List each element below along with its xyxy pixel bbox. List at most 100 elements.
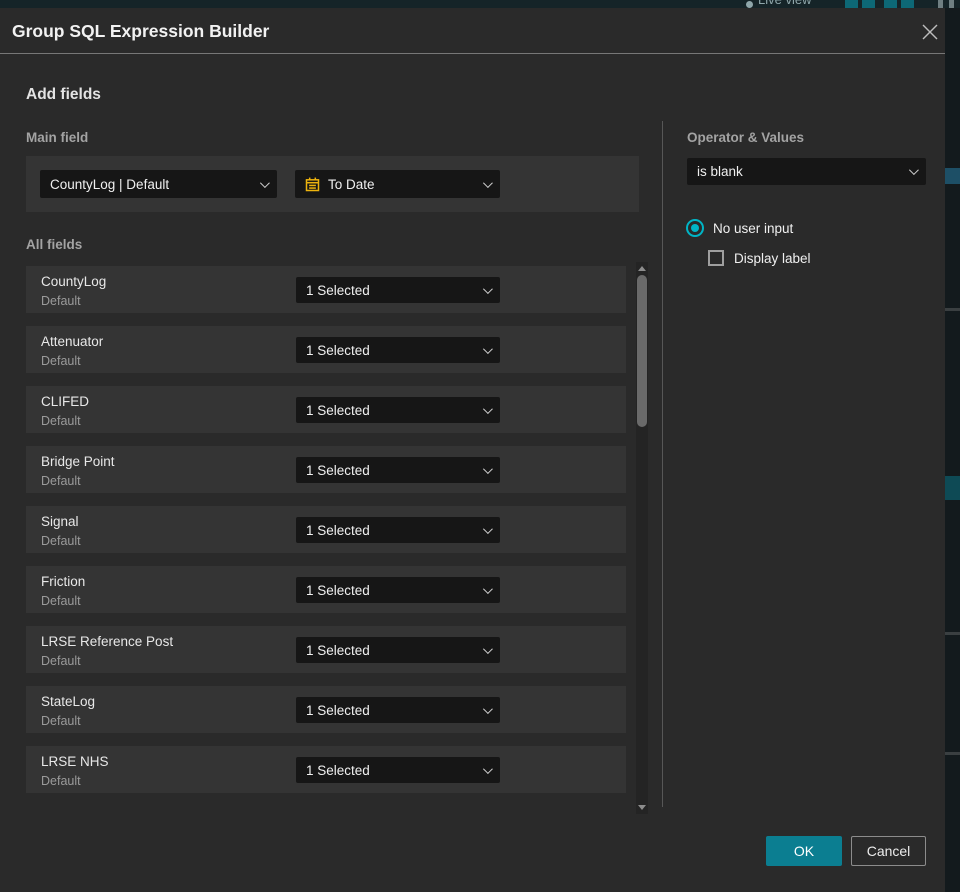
- dialog-header: Group SQL Expression Builder: [0, 8, 945, 54]
- chevron-down-icon: [259, 177, 270, 188]
- field-selected-dropdown-label: 1 Selected: [306, 522, 370, 538]
- field-row: LRSE NHS Default 1 Selected: [26, 746, 626, 793]
- field-selected-dropdown[interactable]: 1 Selected: [296, 277, 500, 303]
- field-name: CLIFED: [41, 394, 90, 409]
- field-row: Signal Default 1 Selected: [26, 506, 626, 553]
- background-bar-icon: [938, 0, 943, 8]
- all-fields-list: CountyLog Default 1 Selected Attenuator …: [26, 266, 626, 806]
- chevron-down-icon: [482, 403, 493, 414]
- field-selected-dropdown-label: 1 Selected: [306, 402, 370, 418]
- field-row: CountyLog Default 1 Selected: [26, 266, 626, 313]
- main-value-dropdown-value: To Date: [328, 176, 375, 192]
- checkbox-unchecked-icon: [708, 250, 724, 266]
- panel-divider: [662, 121, 663, 807]
- background-chart-bar-icon: [862, 0, 875, 8]
- field-selected-dropdown-label: 1 Selected: [306, 462, 370, 478]
- main-value-dropdown[interactable]: To Date: [295, 170, 500, 198]
- background-app-edge: [945, 8, 960, 892]
- chevron-down-icon: [482, 703, 493, 714]
- field-selected-dropdown[interactable]: 1 Selected: [296, 637, 500, 663]
- field-row: StateLog Default 1 Selected: [26, 686, 626, 733]
- chevron-down-icon: [482, 583, 493, 594]
- scroll-up-icon[interactable]: [638, 266, 646, 271]
- display-label-label: Display label: [734, 250, 811, 266]
- field-name: StateLog: [41, 694, 96, 709]
- list-scrollbar[interactable]: [636, 262, 648, 814]
- field-subtitle: Default: [41, 474, 81, 488]
- field-selected-dropdown[interactable]: 1 Selected: [296, 577, 500, 603]
- background-chart-bar-icon: [884, 0, 897, 8]
- chevron-down-icon: [482, 343, 493, 354]
- field-subtitle: Default: [41, 294, 81, 308]
- field-selected-dropdown-label: 1 Selected: [306, 762, 370, 778]
- field-subtitle: Default: [41, 414, 81, 428]
- field-selected-dropdown-label: 1 Selected: [306, 642, 370, 658]
- close-icon[interactable]: [917, 19, 943, 45]
- field-subtitle: Default: [41, 594, 81, 608]
- background-app-strip: Live view: [0, 0, 960, 8]
- field-selected-dropdown[interactable]: 1 Selected: [296, 337, 500, 363]
- dialog-title: Group SQL Expression Builder: [12, 21, 270, 41]
- field-selected-dropdown-label: 1 Selected: [306, 582, 370, 598]
- operator-dropdown-value: is blank: [697, 164, 743, 179]
- background-bar-icon: [949, 0, 954, 8]
- all-fields-label: All fields: [26, 237, 83, 252]
- radio-selected-icon: [686, 219, 704, 237]
- ok-button[interactable]: OK: [766, 836, 842, 866]
- chevron-down-icon: [482, 283, 493, 294]
- scrollbar-thumb[interactable]: [637, 275, 647, 427]
- cancel-button[interactable]: Cancel: [851, 836, 926, 866]
- main-field-dropdown-value: CountyLog | Default: [50, 176, 170, 192]
- background-chart-bar-icon: [845, 0, 858, 8]
- field-name: CountyLog: [41, 274, 107, 289]
- field-selected-dropdown-label: 1 Selected: [306, 702, 370, 718]
- field-name: Bridge Point: [41, 454, 115, 469]
- field-selected-dropdown-label: 1 Selected: [306, 282, 370, 298]
- background-fragment: [945, 168, 960, 184]
- chevron-down-icon: [908, 165, 919, 176]
- field-subtitle: Default: [41, 774, 81, 788]
- chevron-down-icon: [482, 643, 493, 654]
- no-user-input-radio[interactable]: No user input: [686, 219, 793, 237]
- live-view-label: Live view: [758, 0, 811, 7]
- main-field-dropdown[interactable]: CountyLog | Default: [40, 170, 277, 198]
- field-subtitle: Default: [41, 714, 81, 728]
- field-name: LRSE Reference Post: [41, 634, 174, 649]
- main-field-label: Main field: [26, 130, 89, 145]
- add-fields-heading: Add fields: [26, 86, 101, 103]
- no-user-input-label: No user input: [713, 220, 794, 236]
- background-fragment: [945, 308, 960, 311]
- field-selected-dropdown[interactable]: 1 Selected: [296, 757, 500, 783]
- calendar-icon: [305, 177, 320, 191]
- field-name: Signal: [41, 514, 79, 529]
- background-fragment: [945, 752, 960, 755]
- field-name: Attenuator: [41, 334, 104, 349]
- operator-values-heading: Operator & Values: [687, 130, 805, 145]
- chevron-down-icon: [482, 463, 493, 474]
- background-chart-bar-icon: [901, 0, 914, 8]
- field-subtitle: Default: [41, 354, 81, 368]
- field-row: CLIFED Default 1 Selected: [26, 386, 626, 433]
- field-selected-dropdown[interactable]: 1 Selected: [296, 697, 500, 723]
- field-name: LRSE NHS: [41, 754, 109, 769]
- field-selected-dropdown-label: 1 Selected: [306, 342, 370, 358]
- scroll-down-icon[interactable]: [638, 805, 646, 810]
- main-field-panel: CountyLog | Default To Date: [26, 156, 639, 212]
- background-fragment: [945, 632, 960, 635]
- background-fragment: [945, 476, 960, 500]
- chevron-down-icon: [482, 763, 493, 774]
- field-subtitle: Default: [41, 654, 81, 668]
- field-selected-dropdown[interactable]: 1 Selected: [296, 397, 500, 423]
- field-selected-dropdown[interactable]: 1 Selected: [296, 517, 500, 543]
- chevron-down-icon: [482, 523, 493, 534]
- chevron-down-icon: [482, 177, 493, 188]
- field-selected-dropdown[interactable]: 1 Selected: [296, 457, 500, 483]
- field-row: Friction Default 1 Selected: [26, 566, 626, 613]
- field-name: Friction: [41, 574, 86, 589]
- operator-dropdown[interactable]: is blank: [687, 158, 926, 185]
- field-row: Attenuator Default 1 Selected: [26, 326, 626, 373]
- display-label-checkbox[interactable]: Display label: [708, 250, 811, 266]
- field-subtitle: Default: [41, 534, 81, 548]
- group-sql-expression-builder-dialog: Group SQL Expression Builder Add fields …: [0, 8, 945, 892]
- field-row: LRSE Reference Post Default 1 Selected: [26, 626, 626, 673]
